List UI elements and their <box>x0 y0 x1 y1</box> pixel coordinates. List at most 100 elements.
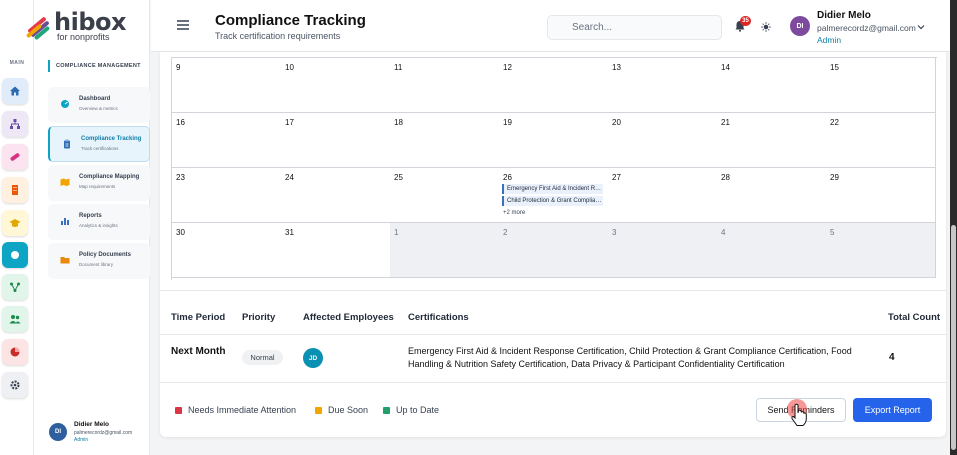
building-icon <box>12 185 18 195</box>
day-number: 29 <box>830 173 839 182</box>
gear-icon <box>10 380 20 390</box>
user-role: Admin <box>817 35 842 45</box>
calendar-day[interactable]: 26 Emergency First Aid & Incident Respon… <box>499 168 609 223</box>
day-number: 17 <box>285 118 294 127</box>
calendar-day[interactable]: 4 <box>717 223 827 278</box>
sidebar-item-title: Compliance Mapping <box>79 174 140 180</box>
column-header-priority: Priority <box>242 312 276 323</box>
day-number: 23 <box>176 173 185 182</box>
folder-icon <box>60 257 70 264</box>
day-number: 31 <box>285 228 294 237</box>
sun-icon[interactable] <box>761 22 771 32</box>
calendar-event[interactable]: Emergency First Aid & Incident Response … <box>502 184 603 194</box>
day-number: 26 <box>503 173 512 182</box>
calendar-day[interactable]: 5 <box>826 223 936 278</box>
calendar-day[interactable]: 16 <box>172 113 282 168</box>
search-input[interactable] <box>547 15 722 40</box>
calendar-day[interactable]: 23 <box>172 168 282 223</box>
calendar-day[interactable]: 14 <box>717 58 827 113</box>
day-number: 13 <box>612 63 621 72</box>
map-icon <box>60 178 70 186</box>
sidebar-item-title: Policy Documents <box>79 252 132 258</box>
search-icon <box>556 22 564 30</box>
rail-training-button[interactable] <box>2 210 28 236</box>
rail-health-button[interactable] <box>2 144 28 170</box>
calendar-day[interactable]: 1 <box>390 223 500 278</box>
legend-item-up-to-date: Up to Date <box>383 404 439 416</box>
rail-settings-button[interactable] <box>2 372 28 398</box>
calendar-day[interactable]: 20 <box>608 113 718 168</box>
calendar-day[interactable]: 17 <box>281 113 391 168</box>
day-number: 27 <box>612 173 621 182</box>
calendar-day[interactable]: 10 <box>281 58 391 113</box>
rail-users-button[interactable] <box>2 306 28 332</box>
rail-home-button[interactable] <box>2 78 28 104</box>
calendar-day[interactable]: 31 <box>281 223 391 278</box>
sidebar-item-subtitle: Map requirements <box>79 184 116 189</box>
sidebar-item-subtitle: Document library <box>79 262 114 267</box>
calendar-day[interactable]: 11 <box>390 58 500 113</box>
calendar-event[interactable]: Child Protection & Grant Compliance Cert… <box>502 196 603 206</box>
calendar-day[interactable]: 13 <box>608 58 718 113</box>
user-email: palmerecordz@gmail.com <box>817 23 916 33</box>
sidebar-user-card[interactable]: DI Didier Melo palmerecordz@gmail.com Ad… <box>48 420 178 446</box>
rail-building-button[interactable] <box>2 177 28 203</box>
rail-section-label: MAIN <box>9 60 25 66</box>
calendar-day[interactable]: 12 <box>499 58 609 113</box>
calendar-day[interactable]: 21 <box>717 113 827 168</box>
calendar-day[interactable]: 27 <box>608 168 718 223</box>
calendar-day[interactable]: 2 <box>499 223 609 278</box>
sidebar-item-compliance-mapping[interactable]: Compliance Mapping Map requirements <box>48 165 150 201</box>
calendar-day[interactable]: 9 <box>172 58 282 113</box>
calendar-week: 30 31 1 2 3 4 5 <box>172 223 937 278</box>
day-number: 9 <box>176 63 181 72</box>
calendar-day[interactable]: 15 <box>826 58 936 113</box>
user-email: palmerecordz@gmail.com <box>74 430 133 436</box>
rail-network-button[interactable] <box>2 274 28 300</box>
day-number: 5 <box>830 228 835 237</box>
day-number: 4 <box>721 228 726 237</box>
more-events-link[interactable]: +2 more <box>503 210 525 216</box>
scrollbar-thumb[interactable] <box>951 225 956 450</box>
calendar-day[interactable]: 3 <box>608 223 718 278</box>
logo-mark-icon <box>26 17 50 40</box>
calendar-week: 23 24 25 26 Emergency First Aid & Incide… <box>172 168 937 223</box>
calendar-day[interactable]: 22 <box>826 113 936 168</box>
calendar-day[interactable]: 19 <box>499 113 609 168</box>
day-number: 19 <box>503 118 512 127</box>
avatar[interactable]: DI <box>790 16 810 36</box>
network-icon <box>10 282 20 292</box>
sidebar-item-dashboard[interactable]: Dashboard Overview & metrics <box>48 87 150 123</box>
calendar-day[interactable]: 29 <box>826 168 936 223</box>
calendar-day[interactable]: 24 <box>281 168 391 223</box>
legend-item-due-soon: Due Soon <box>315 404 368 416</box>
day-number: 21 <box>721 118 730 127</box>
rail-compliance-button[interactable] <box>2 242 28 268</box>
sidebar-item-policy-documents[interactable]: Policy Documents Document library <box>48 243 150 279</box>
sidebar-item-title: Dashboard <box>79 96 111 102</box>
calendar-day[interactable]: 28 <box>717 168 827 223</box>
day-number: 1 <box>394 228 399 237</box>
calendar-day[interactable]: 18 <box>390 113 500 168</box>
legend-swatch <box>315 406 322 414</box>
day-number: 24 <box>285 173 294 182</box>
rail-hierarchy-button[interactable] <box>2 111 28 137</box>
sidebar-item-title: Reports <box>79 213 102 219</box>
employee-avatar[interactable]: JD <box>303 348 323 368</box>
total-count-cell: 4 <box>889 352 895 363</box>
legend-swatch <box>175 406 182 414</box>
export-report-button[interactable]: Export Report <box>853 398 932 422</box>
menu-icon[interactable] <box>177 20 189 30</box>
calendar-day[interactable]: 30 <box>172 223 282 278</box>
clipboard-icon <box>64 139 70 149</box>
chevron-down-icon[interactable] <box>917 24 925 30</box>
circle-icon <box>11 251 19 259</box>
calendar-day[interactable]: 25 <box>390 168 500 223</box>
compliance-card: 9 10 11 12 13 14 15 16 17 18 19 20 21 22… <box>160 52 946 437</box>
day-number: 28 <box>721 173 730 182</box>
day-number: 11 <box>394 63 403 72</box>
sidebar-item-subtitle: Overview & metrics <box>79 106 118 111</box>
sidebar-item-compliance-tracking[interactable]: Compliance Tracking Track certifications <box>48 126 150 162</box>
sidebar-item-reports[interactable]: Reports Analytics & insights <box>48 204 150 240</box>
rail-analytics-button[interactable] <box>2 339 28 365</box>
